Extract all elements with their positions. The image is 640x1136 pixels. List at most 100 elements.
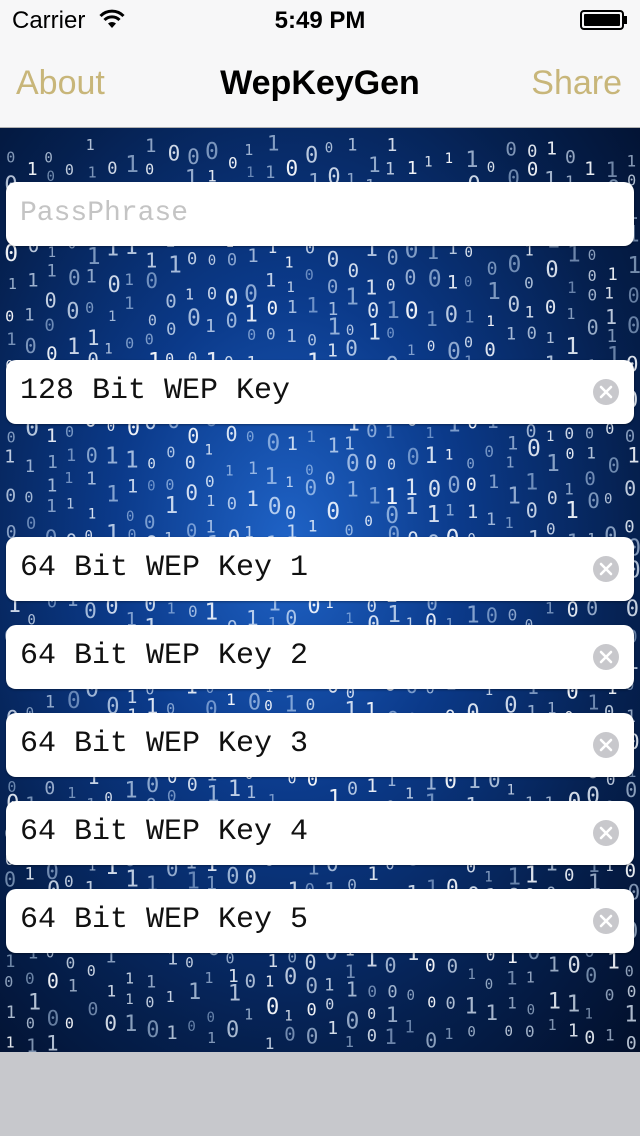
binary-digit: 0	[445, 303, 458, 328]
binary-digit: 0	[68, 266, 81, 290]
binary-digit: 0	[187, 305, 201, 331]
status-time: 5:49 PM	[274, 7, 366, 34]
wep-64-key-2-value: 64 Bit WEP Key 2	[20, 639, 309, 673]
binary-digit: 0	[588, 248, 596, 264]
binary-digit: 0	[605, 985, 615, 1004]
binary-digit: 1	[546, 329, 555, 347]
binary-digit: 0	[226, 422, 238, 446]
binary-digit: 1	[228, 982, 241, 1007]
binary-digit: 0	[628, 283, 640, 307]
binary-digit: 1	[267, 131, 280, 155]
binary-digit: 1	[86, 468, 97, 489]
binary-digit: 0	[145, 331, 154, 349]
binary-digit: 1	[324, 976, 334, 996]
binary-digit: 0	[608, 453, 620, 477]
binary-digit: 0	[485, 977, 493, 993]
binary-digit: 1	[8, 275, 17, 293]
binary-digit: 0	[248, 690, 261, 715]
wep-64-key-1-field[interactable]: 64 Bit WEP Key 1	[6, 537, 634, 601]
binary-digit: 0	[266, 995, 279, 1020]
binary-digit: 0	[188, 602, 198, 621]
binary-digit: 1	[168, 252, 182, 278]
binary-digit: 1	[124, 1012, 137, 1037]
binary-digit: 1	[265, 972, 274, 990]
binary-digit: 1	[47, 452, 58, 473]
binary-digit: 1	[125, 992, 133, 1008]
binary-digit: 1	[206, 492, 215, 510]
wep-64-key-4-value: 64 Bit WEP Key 4	[20, 815, 309, 849]
binary-digit: 0	[585, 964, 597, 988]
binary-digit: 0	[428, 267, 442, 293]
binary-digit: 1	[546, 451, 560, 477]
binary-digit: 1	[506, 967, 517, 989]
clear-icon[interactable]	[592, 378, 620, 406]
binary-digit: 1	[46, 475, 57, 496]
wep-64-key-4-field[interactable]: 64 Bit WEP Key 4	[6, 801, 634, 865]
binary-digit: 0	[327, 276, 338, 298]
clear-icon[interactable]	[592, 731, 620, 759]
binary-digit: 1	[624, 1003, 637, 1028]
wep-64-key-1-value: 64 Bit WEP Key 1	[20, 551, 309, 585]
binary-digit: 1	[145, 135, 156, 157]
binary-digit: 0	[527, 1003, 535, 1019]
binary-digit: 1	[46, 425, 57, 447]
binary-digit: 1	[247, 245, 258, 267]
binary-digit: 1	[327, 1018, 338, 1039]
binary-digit: 0	[25, 334, 37, 358]
binary-digit: 1	[368, 485, 381, 510]
binary-digit: 1	[386, 1003, 399, 1027]
binary-digit: 0	[67, 688, 81, 714]
binary-digit: 0	[104, 1011, 117, 1035]
binary-digit: 1	[346, 478, 359, 502]
wep-64-key-2-field[interactable]: 64 Bit WEP Key 2	[6, 625, 634, 689]
clear-icon[interactable]	[592, 819, 620, 847]
binary-digit: 1	[265, 1034, 275, 1052]
wep-128-key-field[interactable]: 128 Bit WEP Key	[6, 360, 634, 424]
binary-digit: 0	[425, 955, 436, 976]
clear-icon[interactable]	[592, 907, 620, 935]
binary-digit: 0	[208, 253, 216, 269]
binary-digit: 0	[367, 1005, 376, 1023]
binary-digit: 0	[584, 1028, 595, 1049]
passphrase-field[interactable]: PassPhrase	[6, 182, 634, 246]
binary-digit: 1	[368, 153, 381, 177]
binary-digit: 1	[286, 280, 294, 296]
binary-digit: 0	[65, 161, 74, 179]
binary-digit: 1	[486, 510, 496, 530]
binary-digit: 0	[165, 290, 176, 312]
binary-digit: 1	[385, 160, 395, 180]
binary-digit: 1	[566, 305, 575, 323]
binary-digit: 1	[507, 782, 515, 798]
binary-digit: 0	[168, 142, 181, 166]
binary-digit: 1	[465, 148, 478, 173]
binary-digit: 0	[226, 309, 238, 333]
binary-digit: 1	[166, 988, 175, 1006]
binary-digit: 1	[345, 1033, 354, 1051]
binary-digit: 1	[264, 464, 278, 490]
binary-digit: 0	[185, 955, 193, 971]
binary-digit: 0	[47, 1006, 60, 1030]
binary-digit: 1	[125, 447, 139, 473]
binary-digit: 1	[47, 261, 57, 281]
binary-digit: 0	[26, 514, 36, 534]
share-button[interactable]: Share	[531, 64, 622, 103]
binary-digit: 1	[464, 308, 474, 328]
battery-icon	[580, 10, 627, 30]
binary-digit: 0	[427, 339, 435, 355]
binary-digit: 1	[64, 469, 73, 487]
binary-digit: 0	[108, 273, 121, 298]
binary-digit: 1	[88, 506, 96, 522]
wep-64-key-3-field[interactable]: 64 Bit WEP Key 3	[6, 713, 634, 777]
binary-digit: 0	[367, 1026, 377, 1046]
clear-icon[interactable]	[592, 555, 620, 583]
binary-digit: 1	[426, 502, 440, 528]
binary-digit: 0	[585, 425, 594, 443]
binary-digit: 0	[187, 774, 198, 795]
binary-digit: 0	[484, 339, 495, 361]
binary-digit: 1	[246, 487, 259, 511]
binary-digit: 1	[284, 1008, 292, 1024]
binary-digit: 0	[484, 442, 494, 461]
binary-digit: 1	[346, 977, 358, 1001]
wep-64-key-5-field[interactable]: 64 Bit WEP Key 5	[6, 889, 634, 953]
clear-icon[interactable]	[592, 643, 620, 671]
